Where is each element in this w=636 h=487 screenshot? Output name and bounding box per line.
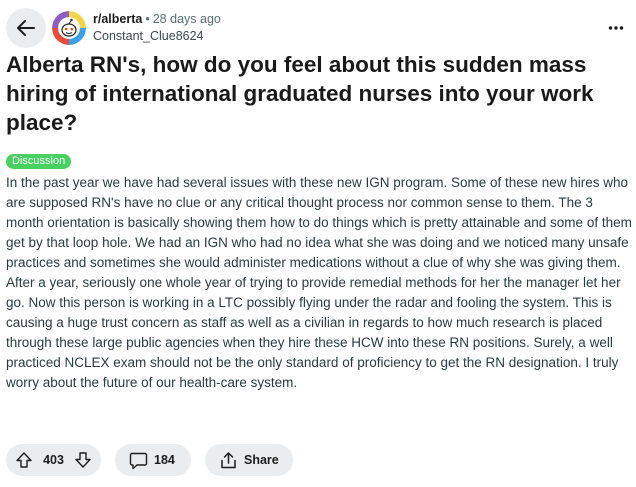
post-timestamp: 28 days ago bbox=[152, 12, 221, 26]
post-title: Alberta RN's, how do you feel about this… bbox=[6, 52, 594, 135]
subreddit-avatar[interactable] bbox=[52, 11, 86, 45]
more-horizontal-icon bbox=[608, 26, 624, 30]
vote-controls: 403 bbox=[6, 444, 101, 476]
community-avatar-icon bbox=[52, 11, 86, 45]
post-meta: r/alberta • 28 days ago Constant_Clue8624 bbox=[93, 11, 221, 44]
comments-button[interactable]: 184 bbox=[115, 444, 191, 476]
subreddit-name[interactable]: r/alberta bbox=[93, 12, 142, 26]
vote-count: 403 bbox=[43, 453, 64, 467]
author-username[interactable]: Constant_Clue8624 bbox=[93, 28, 221, 44]
downvote-arrow-icon bbox=[75, 452, 91, 468]
post-header: r/alberta • 28 days ago Constant_Clue8624 bbox=[6, 8, 630, 48]
post-actions: 403 184 Share bbox=[6, 444, 293, 476]
post-flair[interactable]: Discussion bbox=[6, 154, 72, 169]
upvote-button[interactable] bbox=[14, 450, 34, 470]
back-button[interactable] bbox=[6, 8, 46, 48]
upvote-arrow-icon bbox=[16, 452, 32, 468]
share-button[interactable]: Share bbox=[205, 444, 293, 476]
arrow-left-icon bbox=[17, 20, 35, 36]
more-options-button[interactable] bbox=[604, 16, 628, 40]
post-body: In the past year we have had several iss… bbox=[6, 175, 632, 390]
share-label: Share bbox=[244, 453, 279, 467]
share-icon bbox=[221, 451, 236, 468]
comment-count: 184 bbox=[154, 453, 175, 467]
downvote-button[interactable] bbox=[73, 450, 93, 470]
comment-bubble-icon bbox=[129, 452, 148, 469]
meta-separator: • bbox=[145, 12, 150, 26]
